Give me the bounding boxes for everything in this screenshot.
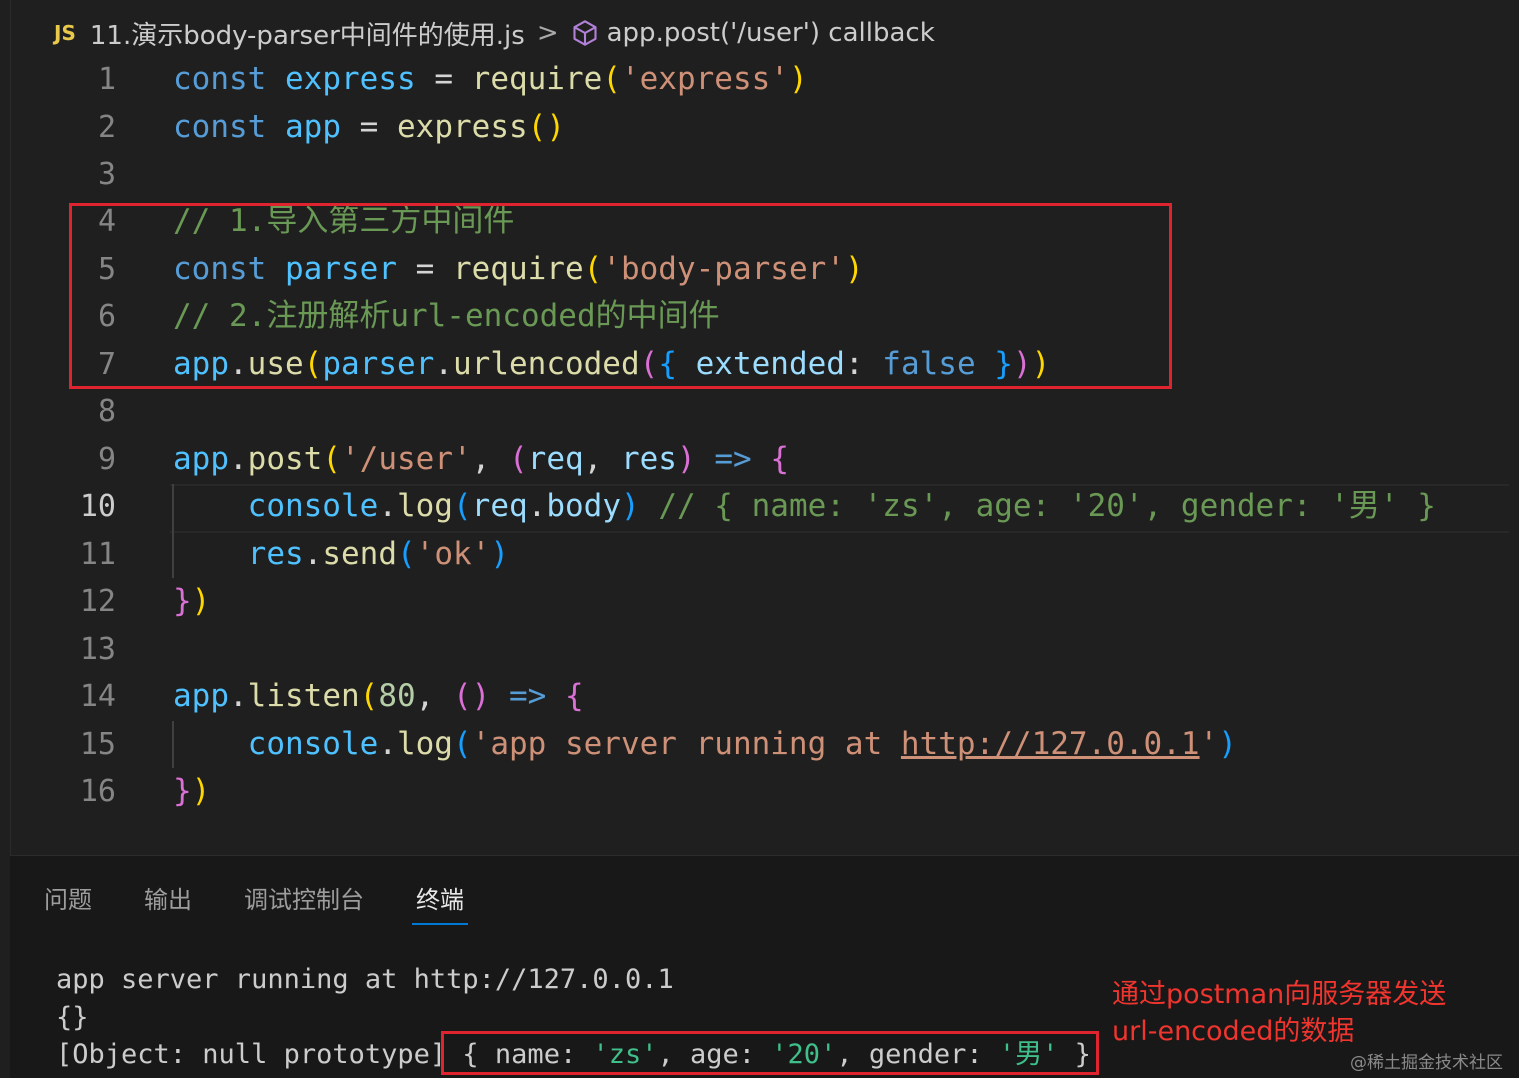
code-line-16[interactable]: }) (173, 768, 210, 815)
line-number: 16 (79, 774, 116, 809)
terminal-output-line: app server running at http://127.0.0.1 (56, 964, 674, 995)
line-number: 1 (97, 62, 116, 97)
code-line-10[interactable]: console.log(req.body) // { name: 'zs', a… (173, 483, 1436, 530)
panel-tabs: 问题 输出 调试控制台 终端 (44, 880, 516, 925)
tab-output[interactable]: 输出 (144, 880, 192, 924)
tab-terminal[interactable]: 终端 (412, 880, 468, 925)
line-number: 14 (79, 679, 116, 714)
tab-problems[interactable]: 问题 (44, 880, 92, 924)
terminal-output-line: {} (56, 1002, 89, 1033)
highlight-box-middleware (69, 203, 1172, 389)
highlight-box-output (441, 1031, 1099, 1075)
javascript-file-icon: JS (54, 21, 76, 45)
url-link[interactable]: http://127.0.0.1 (901, 726, 1200, 762)
code-line-1[interactable]: const express = require('express') (173, 56, 808, 103)
code-line-9[interactable]: app.post('/user', (req, res) => { (173, 436, 789, 483)
line-number: 2 (97, 110, 116, 145)
breadcrumb[interactable]: JS 11.演示body-parser中间件的使用.js > app.post(… (54, 14, 935, 52)
line-number: 15 (79, 727, 116, 762)
cube-icon (573, 20, 597, 46)
line-number: 9 (97, 442, 116, 477)
code-line-14[interactable]: app.listen(80, () => { (173, 673, 584, 720)
code-line-12[interactable]: }) (173, 578, 210, 625)
breadcrumb-file[interactable]: 11.演示body-parser中间件的使用.js (90, 15, 525, 52)
annotation-text: 通过postman向服务器发送 (1112, 979, 1447, 1010)
annotation-text: url-encoded的数据 (1112, 1016, 1355, 1047)
line-number: 8 (97, 394, 116, 429)
breadcrumb-symbol[interactable]: app.post('/user') callback (607, 18, 935, 48)
line-number-active: 10 (79, 489, 116, 524)
watermark: @稀土掘金技术社区 (1350, 1053, 1503, 1073)
line-number: 11 (79, 537, 116, 572)
code-line-11[interactable]: res.send('ok') (173, 531, 509, 578)
tab-debug-console[interactable]: 调试控制台 (244, 880, 364, 924)
line-number: 12 (79, 584, 116, 619)
code-line-15[interactable]: console.log('app server running at http:… (173, 721, 1237, 768)
breadcrumb-separator: > (536, 18, 559, 48)
line-number: 3 (97, 157, 116, 192)
line-number: 13 (79, 632, 116, 667)
code-line-2[interactable]: const app = express() (173, 104, 565, 151)
